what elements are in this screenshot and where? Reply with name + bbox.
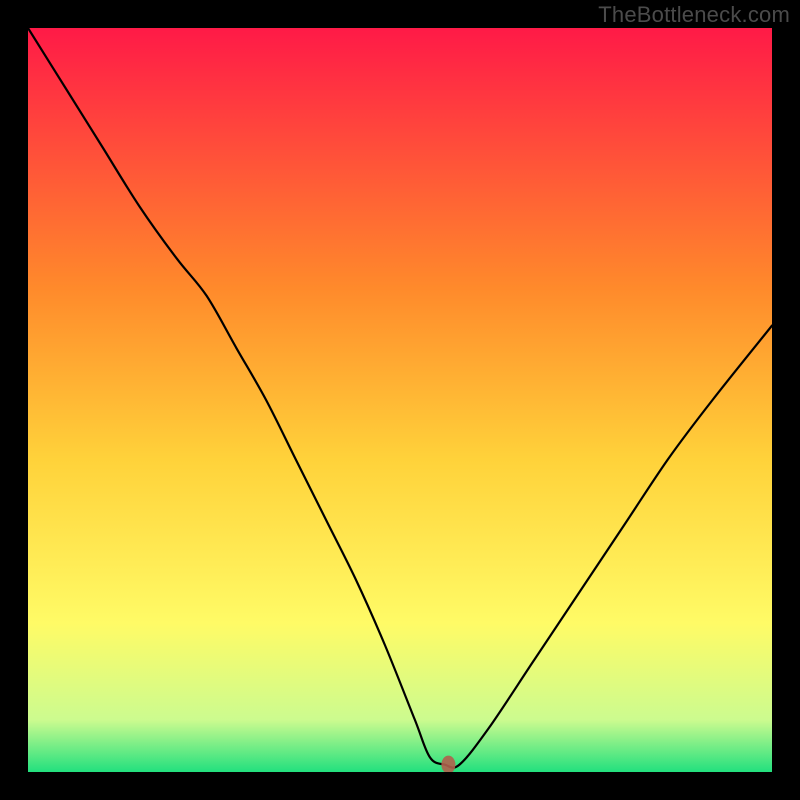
bottleneck-chart: [28, 28, 772, 772]
gradient-background: [28, 28, 772, 772]
plot-area: [28, 28, 772, 772]
chart-container: TheBottleneck.com: [0, 0, 800, 800]
watermark-text: TheBottleneck.com: [598, 2, 790, 28]
